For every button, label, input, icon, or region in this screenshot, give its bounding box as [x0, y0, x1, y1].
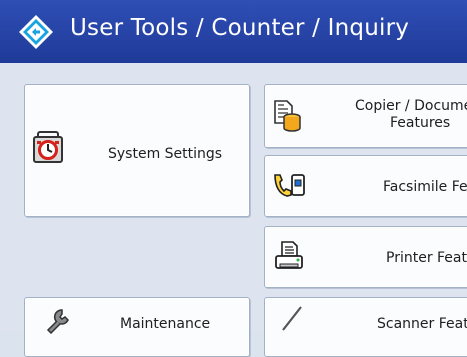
- printer-label: Printer Featur: [386, 250, 467, 266]
- system-settings-label: System Settings: [108, 146, 223, 162]
- diamond-arrow-icon: [19, 15, 53, 49]
- title-bar: User Tools / Counter / Inquiry: [0, 0, 467, 64]
- document-server-icon: [274, 100, 301, 132]
- page-title: User Tools / Counter / Inquiry: [70, 15, 410, 41]
- system-settings-button[interactable]: System Settings: [24, 84, 250, 217]
- scanner-label: Scanner Featu: [377, 316, 467, 332]
- facsimile-label: Facsimile Feat: [383, 179, 467, 195]
- facsimile-features-button[interactable]: Facsimile Feat: [264, 155, 467, 217]
- alarm-clock-icon: [33, 131, 63, 163]
- copier-label-line2: Features: [390, 115, 451, 131]
- maintenance-label: Maintenance: [120, 316, 211, 332]
- copier-label-line1: Copier / Document: [355, 98, 467, 114]
- printer-features-button[interactable]: Printer Featur: [264, 226, 467, 288]
- wrench-icon: [46, 309, 69, 334]
- printer-icon: [275, 241, 303, 269]
- fax-icon: [274, 174, 305, 197]
- maintenance-button[interactable]: Maintenance: [24, 297, 250, 357]
- copier-document-features-button[interactable]: Copier / Document Features: [264, 84, 467, 148]
- scanner-features-button[interactable]: Scanner Featu: [264, 297, 467, 357]
- scanner-icon: [282, 306, 302, 331]
